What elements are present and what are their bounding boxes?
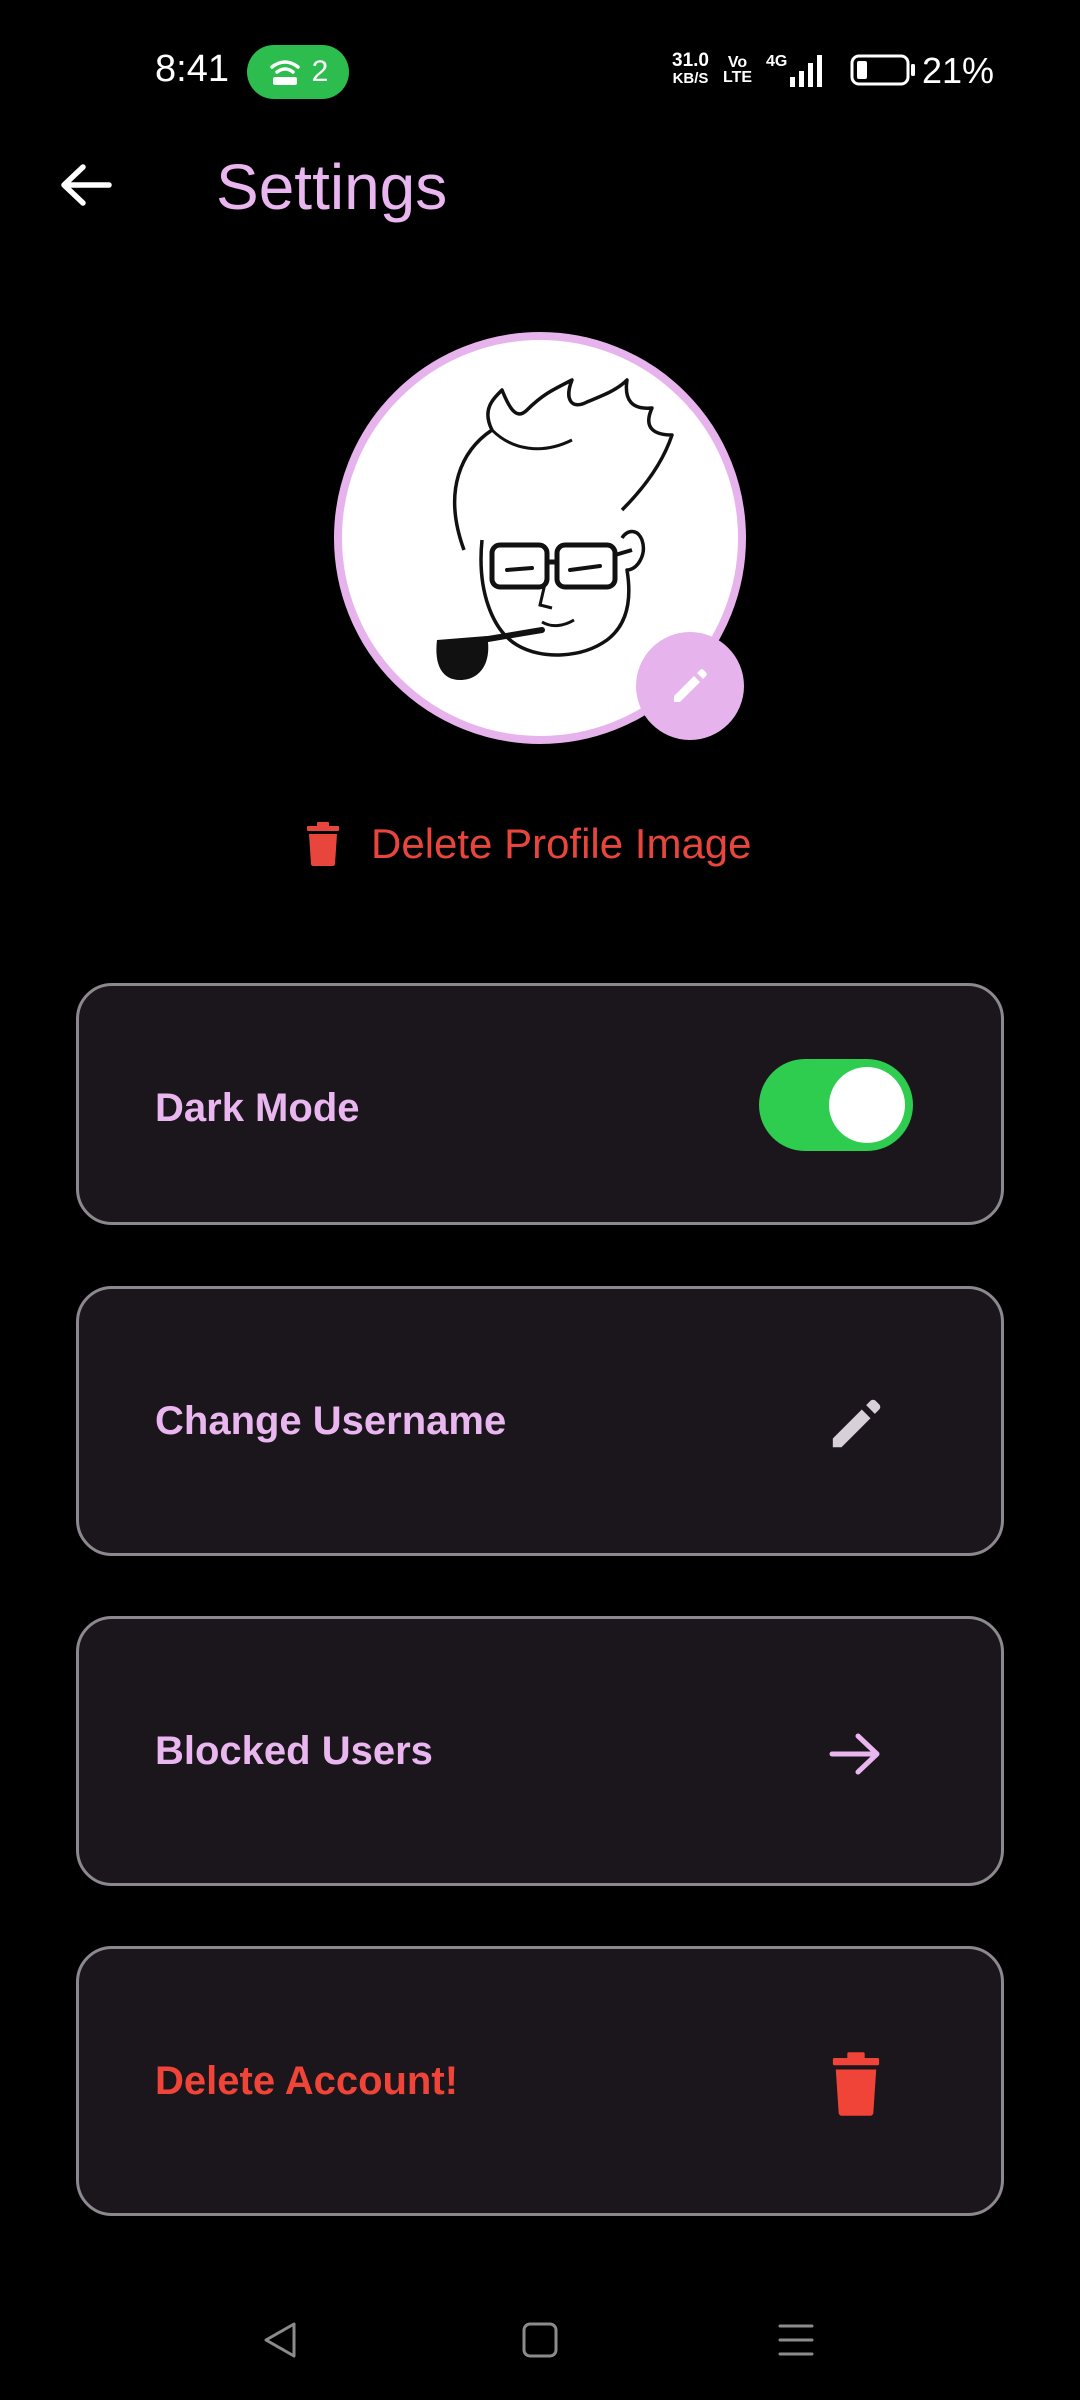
edit-pencil-icon	[674, 669, 707, 702]
battery-icon	[850, 54, 916, 86]
nav-back-icon	[264, 2322, 296, 2358]
edit-pencil-icon	[832, 1399, 881, 1448]
delete-profile-image-button[interactable]: Delete Profile Image	[305, 820, 752, 868]
signal-indicator: 4G	[766, 53, 826, 87]
delete-account-button[interactable]	[821, 2049, 891, 2119]
battery-percent: 21%	[921, 50, 994, 91]
nav-menu-button[interactable]	[766, 2310, 826, 2370]
page-title: Settings	[216, 151, 448, 223]
network-type: 4G	[766, 53, 788, 70]
net-speed-unit: KB/S	[672, 70, 709, 87]
change-username-label: Change Username	[155, 1399, 507, 1443]
volte-indicator: Vo LTE	[722, 54, 753, 86]
hotspot-indicator: 2	[247, 45, 349, 99]
back-button[interactable]	[50, 150, 120, 220]
trash-icon	[832, 2052, 880, 2116]
blocked-users-open-button[interactable]	[821, 1719, 891, 1789]
change-username-card[interactable]: Change Username	[76, 1286, 1004, 1556]
trash-icon	[307, 822, 339, 866]
delete-account-card[interactable]: Delete Account!	[76, 1946, 1004, 2216]
nav-home-icon	[522, 2322, 558, 2358]
nav-back-button[interactable]	[250, 2310, 310, 2370]
hotspot-icon	[269, 60, 300, 85]
system-nav-bar	[0, 2290, 1080, 2380]
volte-bottom: LTE	[722, 69, 753, 86]
blocked-users-label: Blocked Users	[155, 1729, 433, 1773]
change-username-edit-button[interactable]	[821, 1389, 891, 1459]
app-bar: Settings	[0, 140, 1080, 240]
delete-profile-image-label: Delete Profile Image	[371, 820, 752, 867]
volte-top: Vo	[727, 54, 748, 71]
profile-avatar-container	[334, 332, 746, 744]
arrow-right-icon	[829, 1733, 880, 1775]
nav-menu-icon	[778, 2324, 814, 2356]
net-speed: 31.0 KB/S	[672, 50, 709, 88]
net-speed-value: 31.0	[672, 50, 709, 71]
settings-screen: 8:41 2 31.0 KB/S Vo LTE 4G 21% Settings …	[0, 0, 1080, 2400]
status-indicators: 31.0 KB/S Vo LTE 4G	[672, 50, 916, 88]
edit-avatar-button[interactable]	[636, 632, 744, 740]
back-arrow-icon	[61, 164, 112, 206]
dark-mode-toggle[interactable]	[759, 1059, 913, 1151]
status-bar: 8:41 2 31.0 KB/S Vo LTE 4G 21%	[0, 0, 1080, 130]
toggle-knob	[829, 1067, 905, 1143]
nav-home-button[interactable]	[510, 2310, 570, 2370]
delete-account-label: Delete Account!	[155, 2059, 459, 2103]
dark-mode-label: Dark Mode	[155, 1086, 360, 1130]
signal-icon	[790, 55, 823, 87]
status-time: 8:41	[155, 48, 229, 90]
dark-mode-card: Dark Mode	[76, 983, 1004, 1225]
hotspot-count: 2	[311, 55, 329, 88]
blocked-users-card[interactable]: Blocked Users	[76, 1616, 1004, 1886]
